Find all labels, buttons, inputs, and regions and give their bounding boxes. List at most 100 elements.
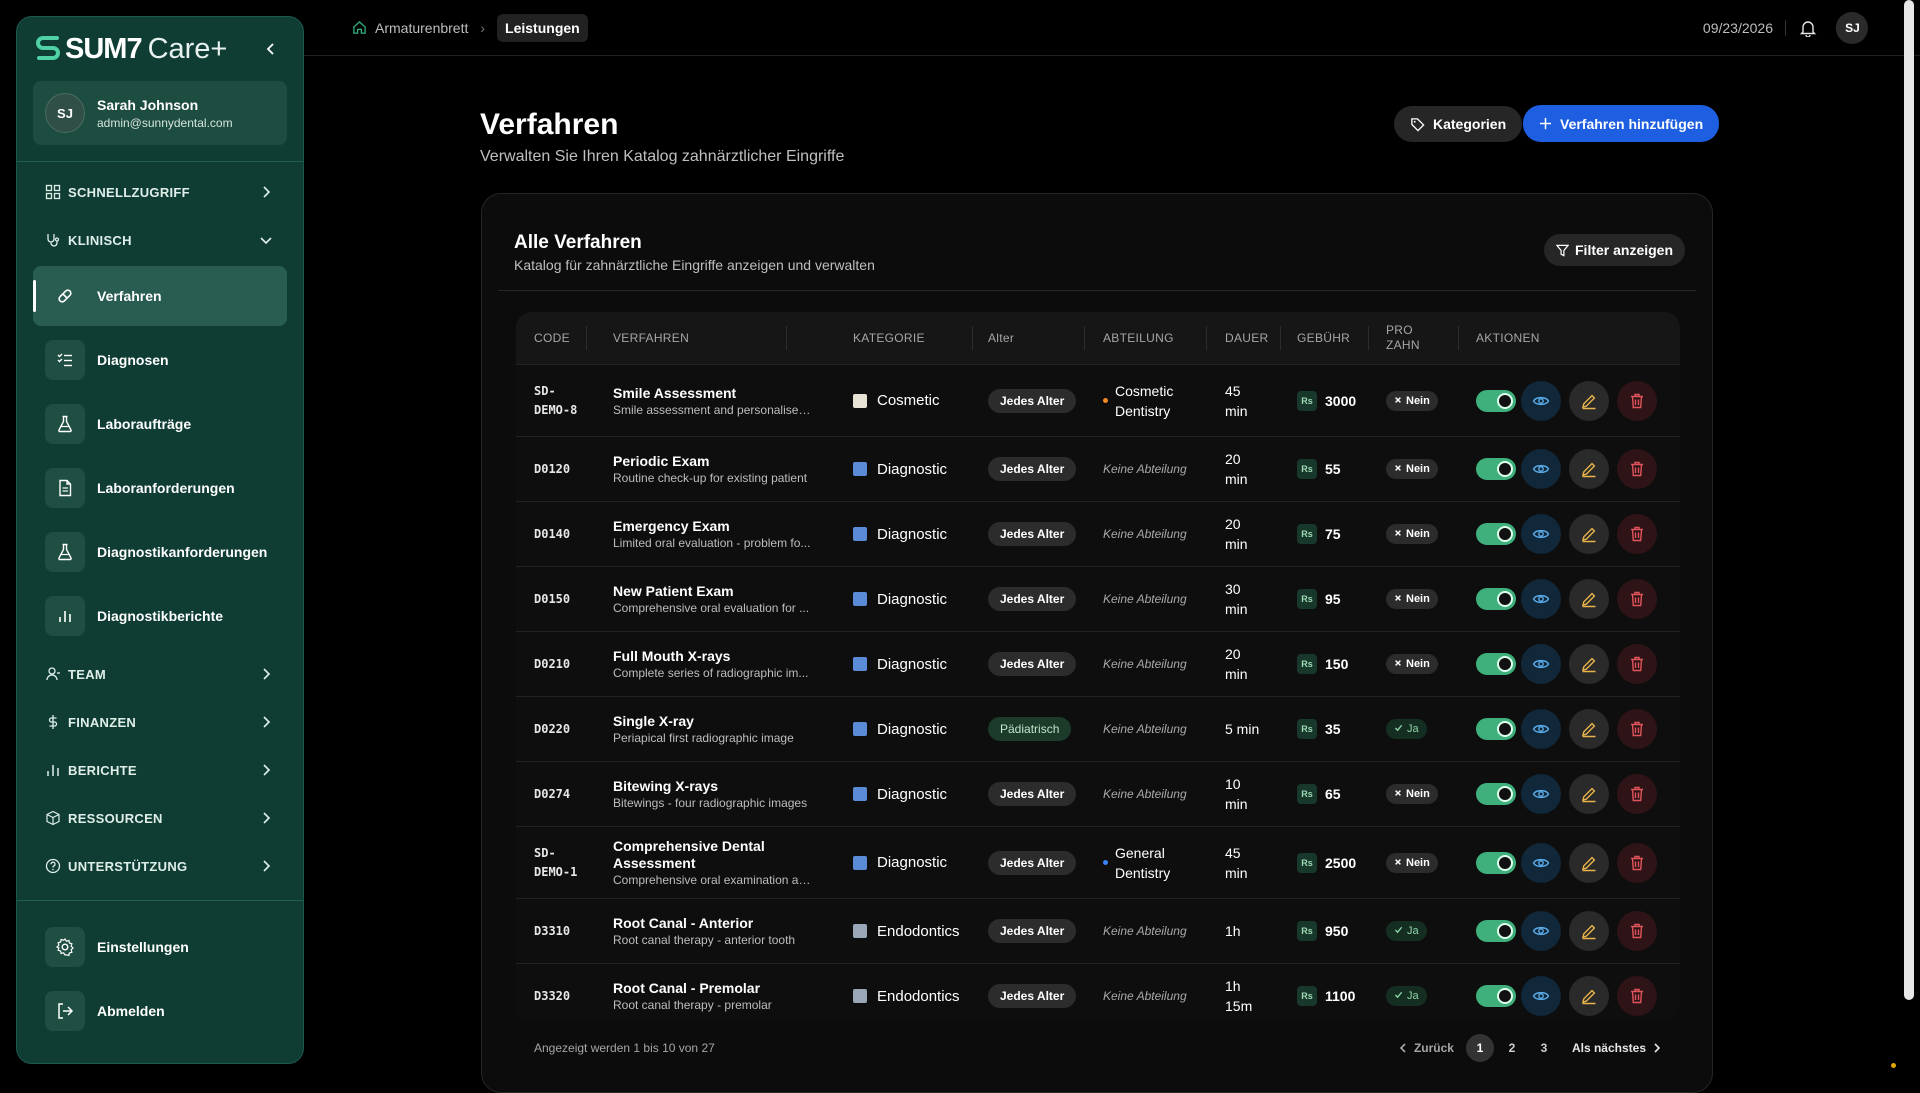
edit-button[interactable] <box>1569 843 1609 883</box>
edit-button[interactable] <box>1569 911 1609 951</box>
procedure-name[interactable]: Periodic Exam <box>613 453 710 470</box>
department: Keine Abteilung <box>1103 527 1187 541</box>
delete-button[interactable] <box>1617 774 1657 814</box>
edit-button[interactable] <box>1569 449 1609 489</box>
collapse-sidebar-button[interactable] <box>259 37 283 61</box>
active-toggle[interactable] <box>1476 852 1516 874</box>
active-toggle[interactable] <box>1476 985 1516 1007</box>
header-department[interactable]: ABTEILUNG <box>1103 312 1174 364</box>
sidebar-item-diagnostikanforderungen[interactable]: Diagnostikanforderungen <box>33 522 287 582</box>
group-clinical[interactable]: KLINISCH <box>17 216 303 264</box>
page-2-button[interactable]: 2 <box>1498 1034 1526 1062</box>
bar-chart-icon <box>45 762 61 778</box>
delete-button[interactable] <box>1617 381 1657 421</box>
view-button[interactable] <box>1521 449 1561 489</box>
table-row[interactable]: D3320 Root Canal - Premolar Root canal t… <box>516 963 1680 1022</box>
group-finance[interactable]: FINANZEN <box>17 698 303 746</box>
view-button[interactable] <box>1521 774 1561 814</box>
edit-button[interactable] <box>1569 976 1609 1016</box>
group-quick-access[interactable]: SCHNELLZUGRIFF <box>17 168 303 216</box>
delete-button[interactable] <box>1617 709 1657 749</box>
delete-button[interactable] <box>1617 911 1657 951</box>
edit-button[interactable] <box>1569 774 1609 814</box>
add-procedure-button[interactable]: Verfahren hinzufügen <box>1523 105 1719 142</box>
edit-button[interactable] <box>1569 579 1609 619</box>
active-toggle[interactable] <box>1476 390 1516 412</box>
group-resources[interactable]: RESSOURCEN <box>17 794 303 842</box>
table-row[interactable]: D0120 Periodic Exam Routine check-up for… <box>516 436 1680 501</box>
notifications-button[interactable] <box>1786 19 1830 37</box>
table-row[interactable]: SD- DEMO-8 Smile Assessment Smile assess… <box>516 364 1680 436</box>
table-row[interactable]: SD- DEMO-1 Comprehensive Dental Assessme… <box>516 826 1680 898</box>
procedure-name[interactable]: Smile Assessment <box>613 385 736 402</box>
user-card[interactable]: SJ Sarah Johnson admin@sunnydental.com <box>33 81 287 145</box>
delete-button[interactable] <box>1617 514 1657 554</box>
table-row[interactable]: D0220 Single X-ray Periapical first radi… <box>516 696 1680 761</box>
edit-button[interactable] <box>1569 644 1609 684</box>
active-toggle[interactable] <box>1476 718 1516 740</box>
procedure-name[interactable]: Root Canal - Premolar <box>613 980 760 997</box>
procedure-name[interactable]: Emergency Exam <box>613 518 730 535</box>
user-avatar-button[interactable]: SJ <box>1836 12 1868 44</box>
view-button[interactable] <box>1521 976 1561 1016</box>
active-toggle[interactable] <box>1476 588 1516 610</box>
procedure-name[interactable]: Bitewing X-rays <box>613 778 718 795</box>
edit-button[interactable] <box>1569 514 1609 554</box>
view-button[interactable] <box>1521 579 1561 619</box>
view-button[interactable] <box>1521 709 1561 749</box>
table-row[interactable]: D3310 Root Canal - Anterior Root canal t… <box>516 898 1680 963</box>
show-filters-button[interactable]: Filter anzeigen <box>1544 234 1685 266</box>
next-page-button[interactable]: Als nächstes <box>1572 1041 1662 1055</box>
active-toggle[interactable] <box>1476 920 1516 942</box>
procedure-name[interactable]: Full Mouth X-rays <box>613 648 730 665</box>
delete-button[interactable] <box>1617 449 1657 489</box>
delete-button[interactable] <box>1617 644 1657 684</box>
edit-button[interactable] <box>1569 709 1609 749</box>
edit-button[interactable] <box>1569 381 1609 421</box>
header-category[interactable]: KATEGORIE <box>853 312 925 364</box>
active-toggle[interactable] <box>1476 458 1516 480</box>
view-button[interactable] <box>1521 381 1561 421</box>
sidebar-item-verfahren[interactable]: Verfahren <box>33 266 287 326</box>
view-button[interactable] <box>1521 644 1561 684</box>
procedure-name[interactable]: New Patient Exam <box>613 583 734 600</box>
procedure-name[interactable]: Single X-ray <box>613 713 694 730</box>
settings-button[interactable]: Einstellungen <box>33 917 287 977</box>
procedure-cell: Smile Assessment Smile assessment and pe… <box>613 365 843 436</box>
active-toggle[interactable] <box>1476 523 1516 545</box>
previous-page-button[interactable]: Zurück <box>1398 1041 1454 1055</box>
sidebar-item-laborauftraege[interactable]: Laboraufträge <box>33 394 287 454</box>
header-age[interactable]: Alter <box>988 312 1014 364</box>
header-procedure[interactable]: VERFAHREN <box>613 312 689 364</box>
sidebar-item-diagnostikberichte[interactable]: Diagnostikberichte <box>33 586 287 646</box>
header-fee[interactable]: GEBÜHR <box>1297 312 1350 364</box>
delete-button[interactable] <box>1617 976 1657 1016</box>
table-row[interactable]: D0210 Full Mouth X-rays Complete series … <box>516 631 1680 696</box>
page-scrollbar[interactable] <box>1904 0 1914 1000</box>
sidebar-item-diagnosen[interactable]: Diagnosen <box>33 330 287 390</box>
group-reports[interactable]: BERICHTE <box>17 746 303 794</box>
header-per-tooth[interactable]: PRO ZAHN <box>1386 312 1420 364</box>
page-3-button[interactable]: 3 <box>1530 1034 1558 1062</box>
table-row[interactable]: D0274 Bitewing X-rays Bitewings - four r… <box>516 761 1680 826</box>
header-duration[interactable]: DAUER <box>1225 312 1269 364</box>
active-toggle[interactable] <box>1476 783 1516 805</box>
table-row[interactable]: D0150 New Patient Exam Comprehensive ora… <box>516 566 1680 631</box>
procedure-name[interactable]: Root Canal - Anterior <box>613 915 753 932</box>
sidebar-item-laboranforderungen[interactable]: Laboranforderungen <box>33 458 287 518</box>
categories-button[interactable]: Kategorien <box>1394 106 1522 142</box>
delete-button[interactable] <box>1617 843 1657 883</box>
view-button[interactable] <box>1521 514 1561 554</box>
logout-button[interactable]: Abmelden <box>33 981 287 1041</box>
breadcrumb-home[interactable]: Armaturenbrett <box>328 20 468 36</box>
procedure-name[interactable]: Comprehensive Dental <box>613 838 765 855</box>
header-code[interactable]: CODE <box>534 312 570 364</box>
page-1-button[interactable]: 1 <box>1466 1034 1494 1062</box>
delete-button[interactable] <box>1617 579 1657 619</box>
view-button[interactable] <box>1521 911 1561 951</box>
table-row[interactable]: D0140 Emergency Exam Limited oral evalua… <box>516 501 1680 566</box>
view-button[interactable] <box>1521 843 1561 883</box>
group-support[interactable]: UNTERSTÜTZUNG <box>17 842 303 890</box>
group-team[interactable]: TEAM <box>17 650 303 698</box>
active-toggle[interactable] <box>1476 653 1516 675</box>
